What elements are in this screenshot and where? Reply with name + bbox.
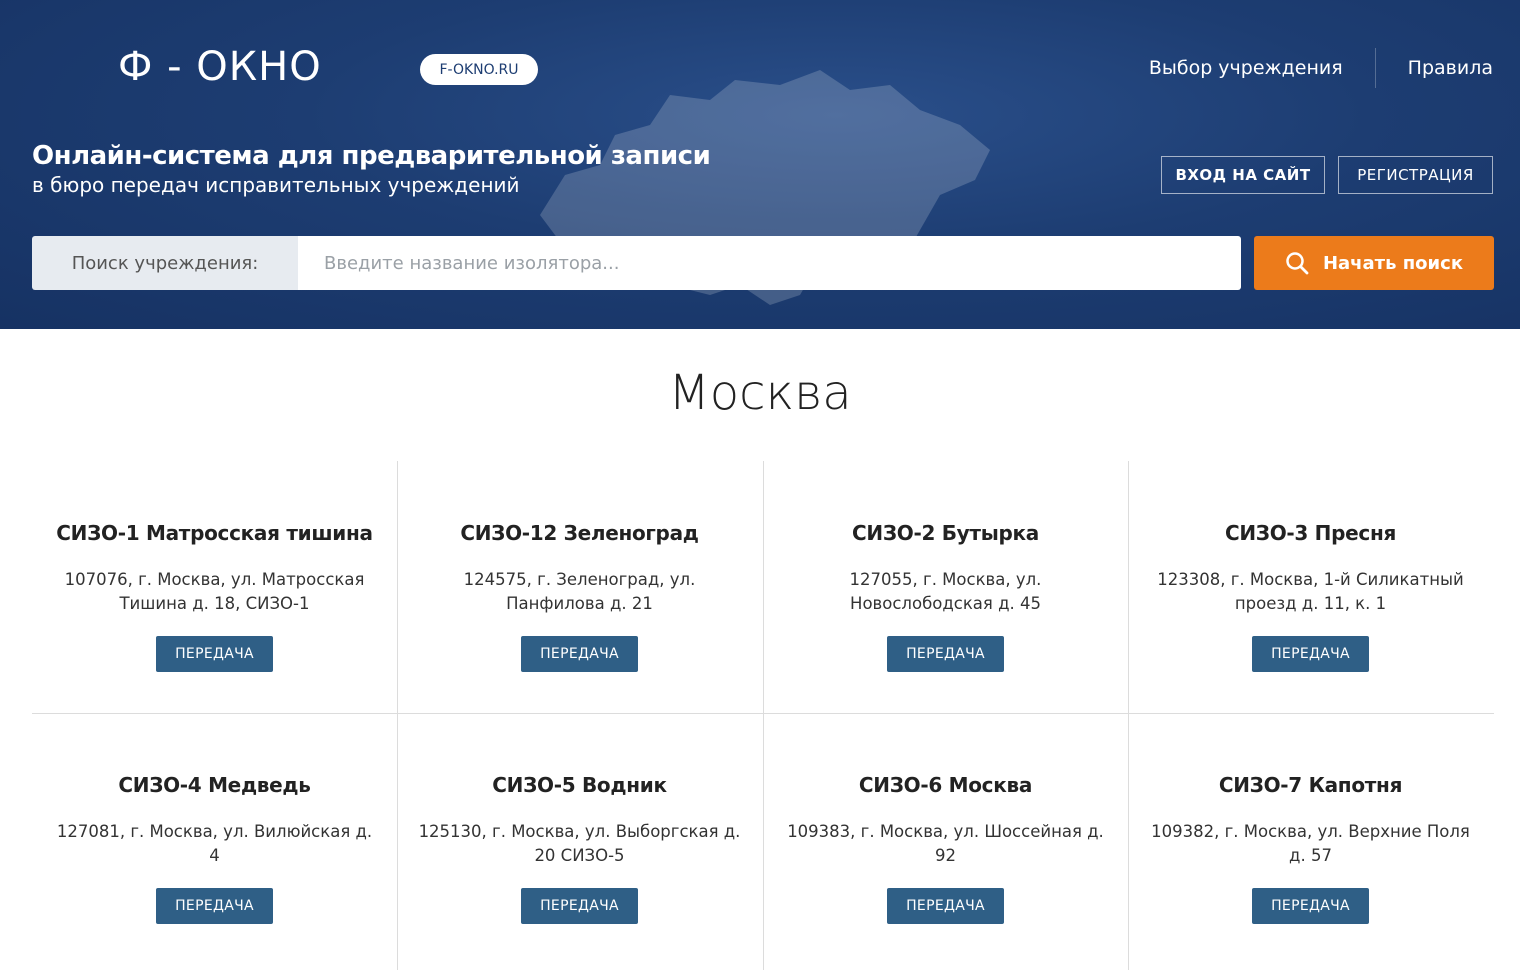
- tagline: Онлайн-система для предварительной запис…: [32, 141, 711, 197]
- institution-card: СИЗО-1 Матросская тишина 107076, г. Моск…: [32, 521, 397, 672]
- institution-name[interactable]: СИЗО-1 Матросская тишина: [32, 521, 397, 545]
- institution-address: 109383, г. Москва, ул. Шоссейная д. 92: [787, 822, 1104, 865]
- auth-buttons: ВХОД НА САЙТ РЕГИСТРАЦИЯ: [1161, 156, 1493, 194]
- institution-card: СИЗО-2 Бутырка 127055, г. Москва, ул. Но…: [763, 521, 1128, 672]
- city-heading: Москва: [668, 365, 852, 421]
- transfer-button[interactable]: ПЕРЕДАЧА: [156, 636, 273, 672]
- transfer-button[interactable]: ПЕРЕДАЧА: [156, 888, 273, 924]
- institution-address: 124575, г. Зеленоград, ул. Панфилова д. …: [463, 570, 696, 613]
- institution-name[interactable]: СИЗО-5 Водник: [397, 773, 762, 797]
- institutions-grid: СИЗО-1 Матросская тишина 107076, г. Моск…: [32, 461, 1494, 970]
- tagline-subtitle: в бюро передач исправительных учреждений: [32, 173, 520, 197]
- institution-card: СИЗО-7 Капотня 109382, г. Москва, ул. Ве…: [1128, 773, 1493, 924]
- institution-address: 109382, г. Москва, ул. Верхние Поля д. 5…: [1151, 822, 1470, 865]
- institution-address: 127081, г. Москва, ул. Вилюйская д. 4: [56, 822, 373, 865]
- institution-name[interactable]: СИЗО-2 Бутырка: [763, 521, 1128, 545]
- institution-card: СИЗО-6 Москва 109383, г. Москва, ул. Шос…: [763, 773, 1128, 924]
- institution-address: 125130, г. Москва, ул. Выборгская д. 20 …: [418, 822, 741, 865]
- search-bar: Поиск учреждения:: [32, 236, 1241, 290]
- login-button[interactable]: ВХОД НА САЙТ: [1161, 156, 1325, 194]
- nav-link-choose-institution[interactable]: Выбор учреждения: [1149, 57, 1343, 79]
- search-icon: [1286, 252, 1309, 275]
- transfer-button[interactable]: ПЕРЕДАЧА: [521, 636, 638, 672]
- nav-divider: [1374, 48, 1376, 88]
- transfer-button[interactable]: ПЕРЕДАЧА: [521, 888, 638, 924]
- nav-link-rules[interactable]: Правила: [1408, 57, 1493, 79]
- institution-address: 123308, г. Москва, 1-й Силикатный проезд…: [1157, 570, 1464, 613]
- site-logo[interactable]: Ф - ОКНО: [118, 42, 322, 92]
- institution-card: СИЗО-12 Зеленоград 124575, г. Зеленоград…: [397, 521, 762, 672]
- transfer-button[interactable]: ПЕРЕДАЧА: [1252, 636, 1369, 672]
- institution-address: 107076, г. Москва, ул. Матросская Тишина…: [64, 570, 365, 613]
- institution-address: 127055, г. Москва, ул. Новослободская д.…: [849, 570, 1042, 613]
- institution-name[interactable]: СИЗО-12 Зеленоград: [397, 521, 762, 545]
- institution-name[interactable]: СИЗО-3 Пресня: [1128, 521, 1493, 545]
- search-button-label: Начать поиск: [1322, 252, 1464, 274]
- logo-text: Ф - ОКНО: [118, 44, 322, 90]
- institution-name[interactable]: СИЗО-6 Москва: [763, 773, 1128, 797]
- search-input[interactable]: [298, 236, 1241, 290]
- search-label: Поиск учреждения:: [32, 236, 298, 290]
- hero-header: Ф - ОКНО F-OKNO.RU Выбор учреждения Прав…: [0, 0, 1520, 329]
- domain-badge[interactable]: F-OKNO.RU: [420, 54, 538, 85]
- top-nav: Выбор учреждения Правила: [1149, 48, 1493, 88]
- institution-card: СИЗО-4 Медведь 127081, г. Москва, ул. Ви…: [32, 773, 397, 924]
- institution-card: СИЗО-3 Пресня 123308, г. Москва, 1-й Сил…: [1128, 521, 1493, 672]
- tagline-title: Онлайн-система для предварительной запис…: [32, 141, 711, 171]
- register-button[interactable]: РЕГИСТРАЦИЯ: [1338, 156, 1493, 194]
- institution-card: СИЗО-5 Водник 125130, г. Москва, ул. Выб…: [397, 773, 762, 924]
- institution-name[interactable]: СИЗО-4 Медведь: [32, 773, 397, 797]
- transfer-button[interactable]: ПЕРЕДАЧА: [1252, 888, 1369, 924]
- transfer-button[interactable]: ПЕРЕДАЧА: [887, 888, 1004, 924]
- institution-name[interactable]: СИЗО-7 Капотня: [1128, 773, 1493, 797]
- grid-divider: [32, 713, 1494, 714]
- transfer-button[interactable]: ПЕРЕДАЧА: [887, 636, 1004, 672]
- search-button[interactable]: Начать поиск: [1254, 236, 1494, 290]
